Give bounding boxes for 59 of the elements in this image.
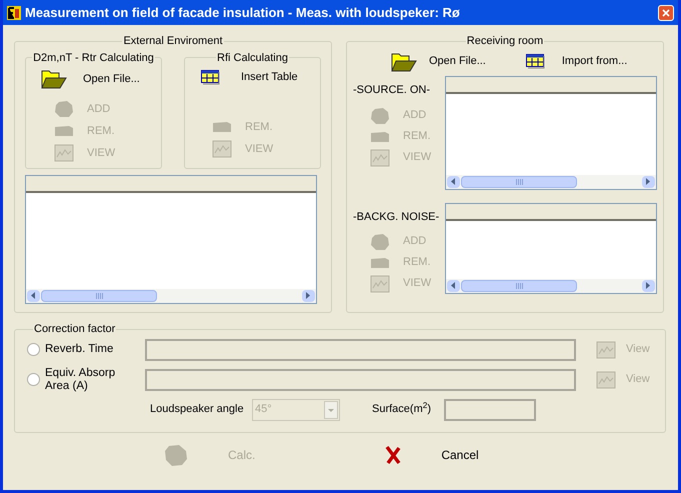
group-title: External Enviroment: [123, 35, 223, 47]
section-label: -BACKG. NOISE-: [353, 210, 440, 224]
blob-icon: [54, 100, 74, 118]
left-arrow-icon: [451, 282, 456, 289]
scroll-left-button[interactable]: [447, 280, 460, 292]
open-file-button[interactable]: Open File...: [41, 66, 158, 92]
close-icon: [662, 8, 670, 16]
chart-icon: [370, 148, 390, 166]
option-label: Reverb. Time: [45, 343, 114, 356]
slab-icon: [370, 130, 390, 142]
list-view[interactable]: [445, 76, 657, 190]
slab-icon: [212, 121, 232, 133]
blob-icon: [164, 443, 188, 467]
option-label: Equiv. Absorp Area (A): [45, 366, 116, 392]
group-title: Correction factor: [34, 323, 116, 335]
scroll-left-button[interactable]: [27, 290, 40, 302]
window-title: Measurement on field of facade insulation - Meas. with loudspeker: Rø: [25, 4, 461, 22]
scroll-thumb[interactable]: [41, 290, 157, 302]
close-icon: [385, 445, 402, 465]
insert-table-button[interactable]: Insert Table: [201, 66, 304, 88]
blob-icon: [370, 106, 390, 124]
group-title: D2m,nT - Rtr Calculating: [33, 52, 154, 64]
chart-icon: [596, 340, 616, 358]
chart-icon: [54, 144, 74, 162]
folder-icon: [41, 69, 67, 89]
left-arrow-icon: [31, 292, 36, 299]
scroll-thumb[interactable]: [461, 176, 577, 188]
import-button[interactable]: Import from...: [526, 53, 628, 70]
slab-icon: [54, 125, 74, 137]
left-arrow-icon: [451, 178, 456, 185]
scroll-right-button[interactable]: [642, 176, 655, 188]
surface-label: Surface(m$^{2}$): [372, 401, 432, 418]
chart-icon: [212, 140, 232, 158]
close-button[interactable]: [658, 4, 674, 20]
scroll-thumb[interactable]: [461, 280, 577, 292]
blob-icon: [370, 232, 390, 250]
list-view[interactable]: [445, 202, 657, 294]
radio-button[interactable]: [27, 373, 40, 386]
group-title: Rfi Calculating: [217, 52, 288, 64]
folder-icon: [391, 52, 417, 72]
list-view[interactable]: [25, 174, 317, 304]
angle-label: Loudspeaker angle: [150, 402, 245, 418]
table-icon: [526, 54, 546, 69]
cancel-button[interactable]: Cancel: [385, 445, 479, 465]
radio-button[interactable]: [27, 343, 40, 356]
section-label: -SOURCE. ON-: [353, 82, 431, 98]
right-arrow-icon: [306, 292, 311, 299]
right-arrow-icon: [646, 282, 651, 289]
chart-icon: [596, 370, 616, 388]
app-icon: [7, 6, 21, 20]
scroll-right-button[interactable]: [302, 290, 315, 302]
slab-icon: [370, 256, 390, 268]
open-file-button[interactable]: Open File...: [391, 52, 486, 72]
chart-icon: [370, 274, 390, 292]
scroll-left-button[interactable]: [447, 176, 460, 188]
group-title: Receiving room: [466, 35, 544, 47]
scroll-right-button[interactable]: [642, 280, 655, 292]
table-icon: [201, 70, 221, 84]
right-arrow-icon: [646, 178, 651, 185]
